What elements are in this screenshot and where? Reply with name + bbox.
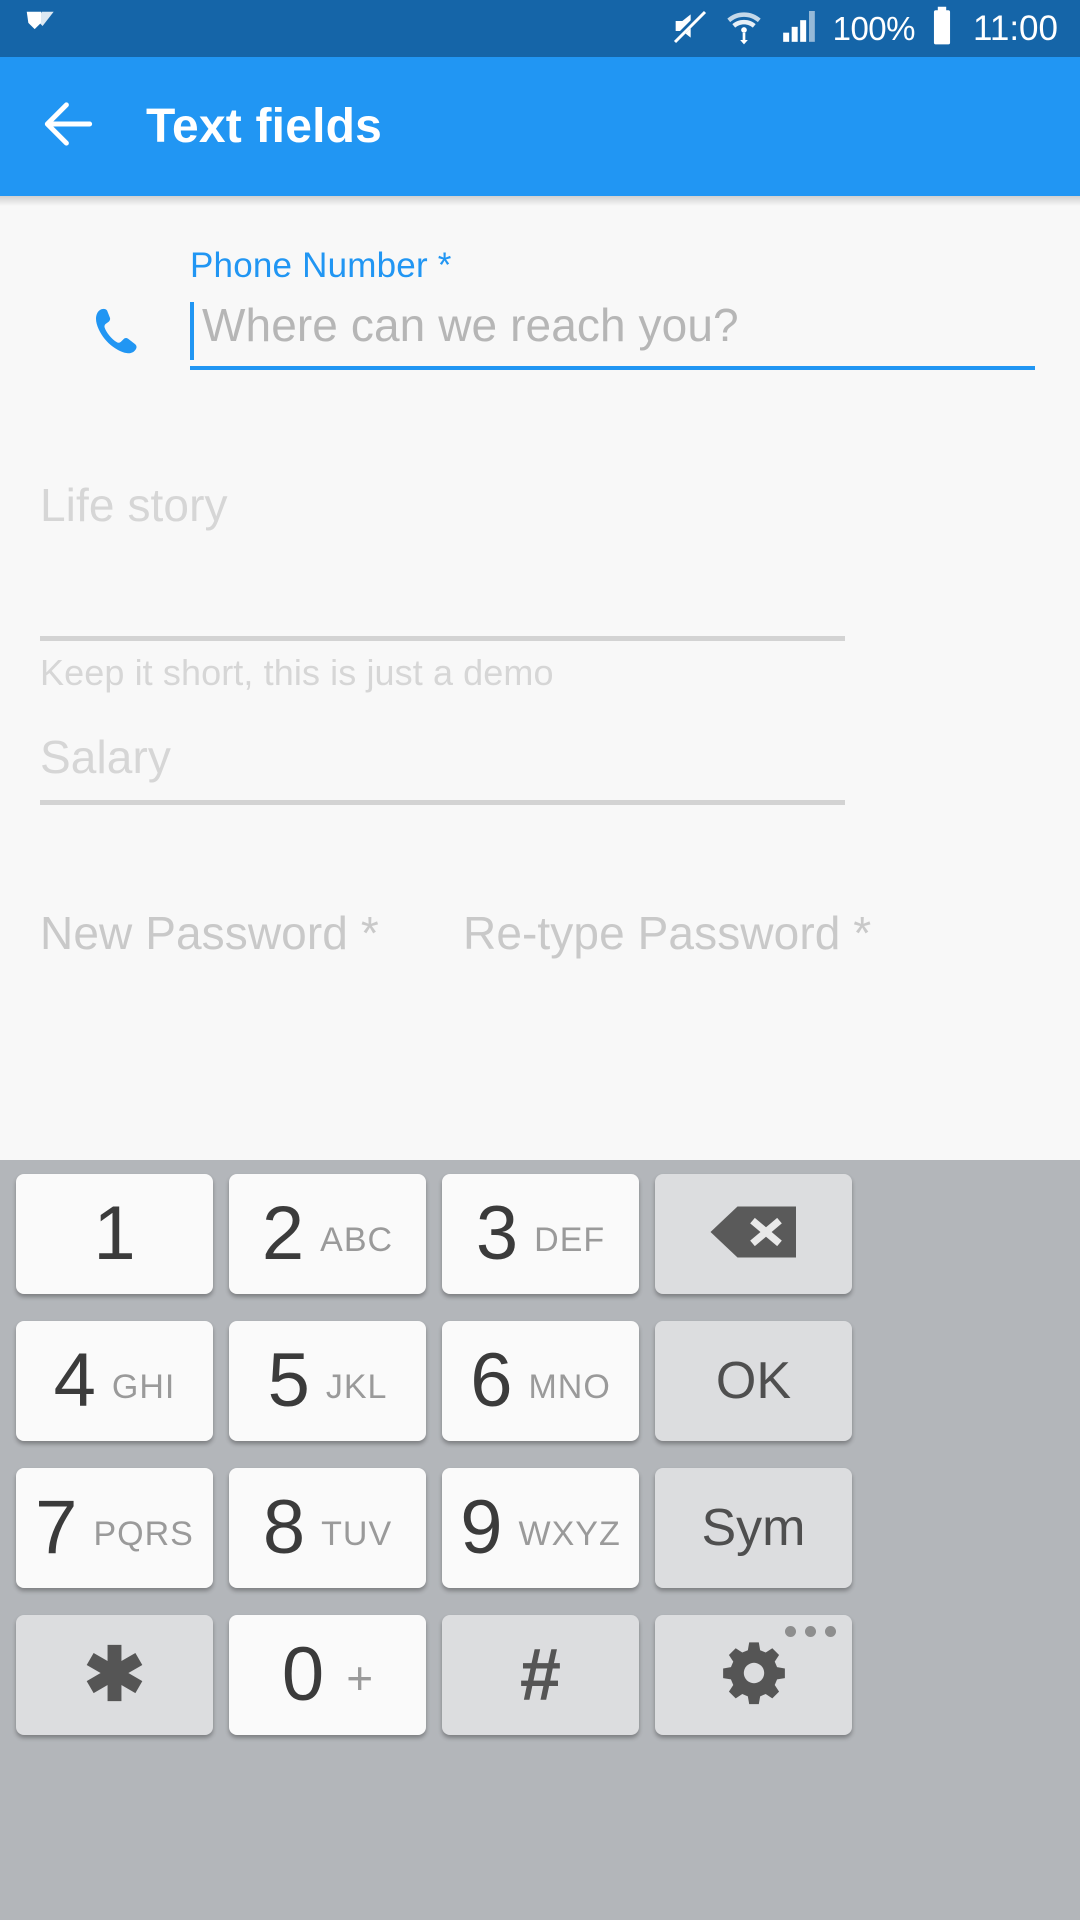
gear-icon [718,1637,790,1714]
key-3-letters: DEF [534,1220,606,1259]
life-story-field[interactable]: Life story Keep it short, this is just a… [0,436,1080,736]
key-7-digit: 7 [35,1485,78,1570]
key-5-letters: JKL [325,1367,388,1406]
mute-icon [669,6,709,51]
key-7[interactable]: 7 PQRS [16,1468,213,1588]
back-arrow-icon [38,93,100,160]
back-button[interactable] [14,72,124,182]
key-6-letters: MNO [528,1367,611,1406]
key-7-letters: PQRS [93,1514,194,1553]
battery-icon [929,5,955,52]
status-bar-left [0,7,60,50]
phone-number-placeholder: Where can we reach you? [202,299,739,351]
cellular-signal-icon [779,6,819,51]
key-ok[interactable]: OK [655,1321,852,1441]
life-story-underline [40,636,845,641]
retype-password-hint[interactable]: Re-type Password * [463,906,871,960]
key-0[interactable]: 0 + [229,1615,426,1735]
key-asterisk[interactable]: ✱ [16,1615,213,1735]
key-1-digit: 1 [93,1191,136,1276]
keyboard-row-3: 7 PQRS 8 TUV 9 WXYZ Sym [0,1468,1080,1615]
key-9-digit: 9 [460,1485,503,1570]
key-3[interactable]: 3 DEF [442,1174,639,1294]
key-asterisk-label: ✱ [83,1633,146,1716]
status-bar-right: 100% 11:00 [669,5,1080,52]
status-bar: 100% 11:00 [0,0,1080,57]
key-ok-label: OK [715,1352,792,1410]
key-0-plus: + [346,1652,374,1704]
key-backspace[interactable] [655,1174,852,1294]
key-4-letters: GHI [111,1367,176,1406]
key-3-digit: 3 [475,1191,519,1276]
keyboard-row-1: 1 2 ABC 3 DEF [0,1174,1080,1321]
key-6[interactable]: 6 MNO [442,1321,639,1441]
key-5-digit: 5 [267,1338,310,1423]
app-bar-shadow [0,196,1080,206]
key-settings[interactable] [655,1615,852,1735]
life-story-helper-text: Keep it short, this is just a demo [40,652,554,693]
key-hash[interactable]: # [442,1615,639,1735]
key-sym[interactable]: Sym [655,1468,852,1588]
phone-number-label: Phone Number * [190,246,452,285]
salary-underline [40,800,845,805]
key-4[interactable]: 4 GHI [16,1321,213,1441]
phone-screen: 100% 11:00 Text fields Phone Number * Wh… [0,0,1080,1920]
new-password-hint[interactable]: New Password * [40,906,379,960]
phone-number-field[interactable]: Phone Number * Where can we reach you? [0,224,1080,384]
page-title: Text fields [146,100,383,153]
key-0-digit: 0 [281,1632,325,1717]
key-2[interactable]: 2 ABC [229,1174,426,1294]
key-8-letters: TUV [321,1514,393,1553]
phone-number-input[interactable]: Where can we reach you? [190,296,1035,374]
key-6-digit: 6 [470,1338,513,1423]
key-2-letters: ABC [320,1220,394,1259]
key-hash-label: # [519,1633,562,1716]
key-8[interactable]: 8 TUV [229,1468,426,1588]
numeric-keyboard: 1 2 ABC 3 DEF 4 GHI 5 JKL 6 MNO OK 7 PQR… [0,1160,1080,1920]
more-dots-icon [785,1626,836,1637]
key-2-digit: 2 [261,1191,305,1276]
phone-number-underline [190,366,1035,370]
keyboard-row-2: 4 GHI 5 JKL 6 MNO OK [0,1321,1080,1468]
status-bar-clock: 11:00 [973,8,1058,48]
key-5[interactable]: 5 JKL [229,1321,426,1441]
backspace-icon [706,1201,802,1268]
key-8-digit: 8 [262,1485,306,1570]
app-notification-icon [22,7,60,50]
battery-percent-label: 100% [832,9,916,47]
key-sym-label: Sym [701,1499,806,1557]
text-caret [190,302,194,360]
life-story-hint: Life story [40,479,228,531]
key-9-letters: WXYZ [518,1514,621,1553]
salary-hint: Salary [40,731,171,783]
key-9[interactable]: 9 WXYZ [442,1468,639,1588]
phone-icon [86,302,150,366]
keyboard-row-4: ✱ 0 + # [0,1615,1080,1762]
key-4-digit: 4 [53,1338,96,1423]
wifi-icon [723,6,765,51]
password-fields-row: New Password * Re-type Password * [0,896,1080,1026]
key-1[interactable]: 1 [16,1174,213,1294]
app-bar: Text fields [0,57,1080,196]
